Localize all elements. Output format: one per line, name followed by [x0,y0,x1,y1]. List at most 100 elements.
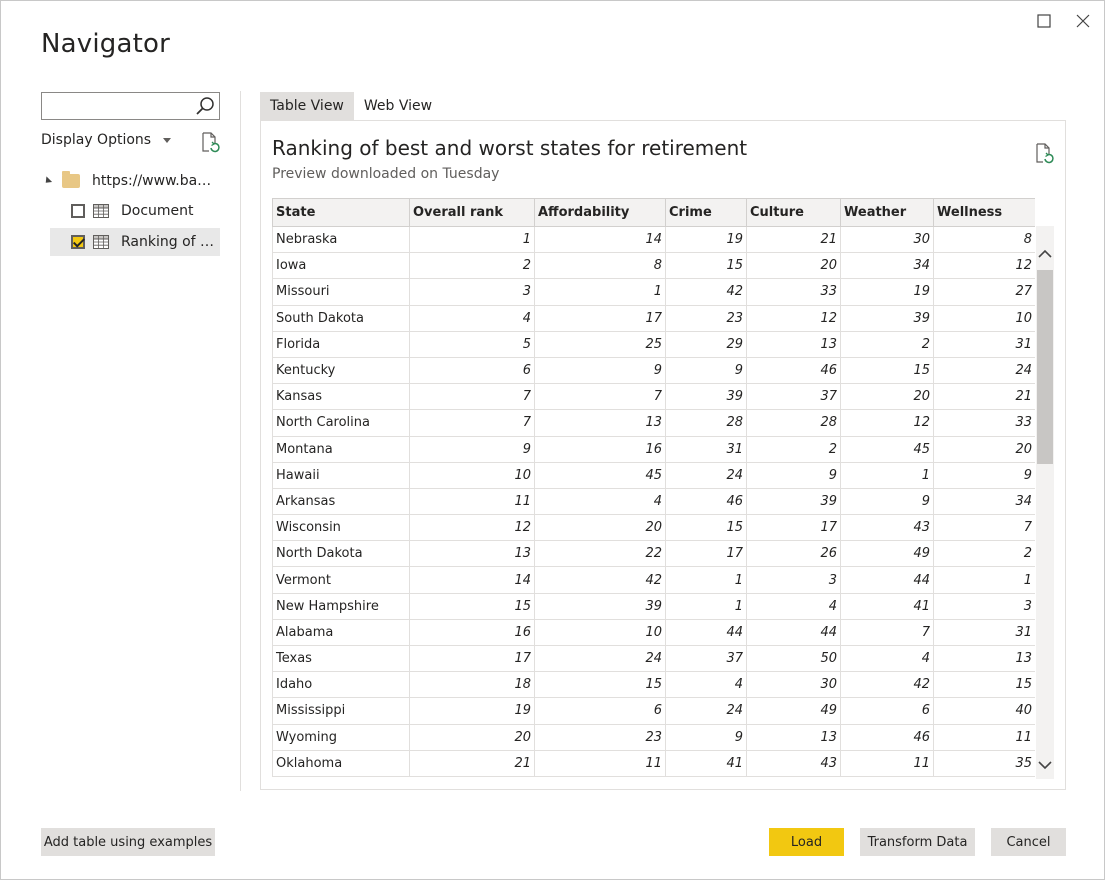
column-header[interactable]: State [272,198,410,227]
table-row[interactable]: Nebraska 1 14 19 21 30 8 [272,225,1035,254]
refresh-icon[interactable] [1033,142,1055,164]
table-row[interactable]: Arkansas 11 4 46 39 9 34 [272,487,1035,516]
table-row[interactable]: Kansas 7 7 39 37 20 21 [272,383,1035,411]
table-cell: Montana [272,435,410,463]
column-header[interactable]: Crime [665,198,747,227]
table-row[interactable]: Iowa 2 8 15 20 34 12 [272,252,1035,280]
maximize-button[interactable] [1034,11,1054,31]
tree-item-document[interactable]: Document [71,197,194,225]
column-header[interactable]: Culture [746,198,841,227]
table-row[interactable]: North Dakota 13 22 17 26 49 2 [272,540,1035,568]
table-cell: 10 [409,461,535,489]
table-cell: 11 [840,749,934,777]
load-button[interactable]: Load [769,828,844,856]
cancel-button[interactable]: Cancel [991,828,1066,856]
table-cell: 12 [746,304,841,332]
document-checkbox[interactable] [71,204,85,218]
table-cell: 15 [534,671,666,699]
table-cell: Arkansas [272,487,410,516]
table-row[interactable]: Vermont 14 42 1 3 44 1 [272,566,1035,594]
table-cell: 43 [746,749,841,777]
search-input[interactable] [42,93,192,119]
table-row[interactable]: Idaho 18 15 4 30 42 15 [272,671,1035,699]
chevron-up-icon [1038,249,1052,258]
table-cell: 1 [665,566,747,594]
table-cell: 13 [746,723,841,751]
table-cell: 41 [840,592,934,620]
table-row[interactable]: Montana 9 16 31 2 45 20 [272,435,1035,463]
table-cell: 9 [534,356,666,385]
table-cell: 21 [933,383,1035,411]
table-cell: 11 [933,723,1035,751]
table-cell: 17 [746,514,841,542]
table-cell: 12 [409,514,535,542]
vertical-scrollbar[interactable] [1036,226,1054,779]
table-cell: 31 [933,618,1035,647]
display-options-dropdown[interactable]: Display Options [41,132,172,148]
table-cell: 33 [746,278,841,306]
table-row[interactable]: Alabama 16 10 44 44 7 31 [272,618,1035,647]
table-cell: 20 [933,435,1035,463]
scroll-thumb[interactable] [1037,270,1053,464]
table-cell: 6 [409,356,535,385]
table-cell: 5 [409,330,535,358]
search-icon[interactable] [195,96,215,116]
column-header[interactable]: Overall rank [409,198,535,227]
refresh-icon[interactable] [199,131,221,153]
column-header[interactable]: Affordability [534,198,666,227]
table-cell: 21 [409,749,535,777]
table-cell: 24 [665,697,747,725]
scroll-down-button[interactable] [1036,755,1054,775]
table-row[interactable]: Oklahoma 21 11 41 43 11 35 [272,749,1035,777]
table-cell: 1 [933,566,1035,594]
table-row[interactable]: South Dakota 4 17 23 12 39 10 [272,304,1035,332]
table-cell: Missouri [272,278,410,306]
column-header[interactable]: Weather [840,198,934,227]
table-cell: 9 [933,461,1035,489]
tab-web-view[interactable]: Web View [354,92,442,120]
table-cell: Alabama [272,618,410,647]
close-icon [1076,14,1090,28]
table-cell: 16 [409,618,535,647]
table-row[interactable]: Kentucky 6 9 9 46 15 24 [272,356,1035,385]
search-box[interactable] [41,92,220,120]
table-row[interactable]: Wisconsin 12 20 15 17 43 7 [272,514,1035,542]
add-table-button[interactable]: Add table using examples [41,828,215,856]
table-cell: 46 [665,487,747,516]
table-cell: 27 [933,278,1035,306]
table-row[interactable]: Wyoming 20 23 9 13 46 11 [272,723,1035,751]
table-cell: 4 [534,487,666,516]
tab-table-view[interactable]: Table View [260,92,354,120]
table-cell: Vermont [272,566,410,594]
table-cell: 11 [534,749,666,777]
ranking-checkbox[interactable] [71,235,85,249]
table-cell: 22 [534,540,666,568]
table-row[interactable]: Missouri 3 1 42 33 19 27 [272,278,1035,306]
tree-root-node[interactable]: https://www.ban... [42,167,216,195]
page-title: Navigator [41,29,171,59]
table-row[interactable]: Florida 5 25 29 13 2 31 [272,330,1035,358]
table-cell: 49 [746,697,841,725]
table-cell: 46 [840,723,934,751]
table-row[interactable]: Mississippi 19 6 24 49 6 40 [272,697,1035,725]
table-row[interactable]: Hawaii 10 45 24 9 1 9 [272,461,1035,489]
tree-item-ranking[interactable]: Ranking of b... [50,228,220,256]
table-row[interactable]: North Carolina 7 13 28 28 12 33 [272,409,1035,437]
table-cell: 44 [665,618,747,647]
table-icon [93,204,109,218]
scroll-up-button[interactable] [1036,244,1054,264]
expand-icon[interactable] [42,176,53,186]
transform-data-button[interactable]: Transform Data [860,828,975,856]
table-cell: 13 [933,644,1035,673]
table-row[interactable]: New Hampshire 15 39 1 4 41 3 [272,592,1035,620]
table-row[interactable]: Texas 17 24 37 50 4 13 [272,644,1035,673]
table-cell: Kentucky [272,356,410,385]
table-cell: 39 [746,487,841,516]
close-button[interactable] [1073,11,1093,31]
table-cell: 28 [665,409,747,437]
table-cell: 12 [840,409,934,437]
table-cell: 12 [933,252,1035,280]
table-cell: 15 [409,592,535,620]
column-header[interactable]: Wellness [933,198,1035,227]
table-cell: 20 [840,383,934,411]
